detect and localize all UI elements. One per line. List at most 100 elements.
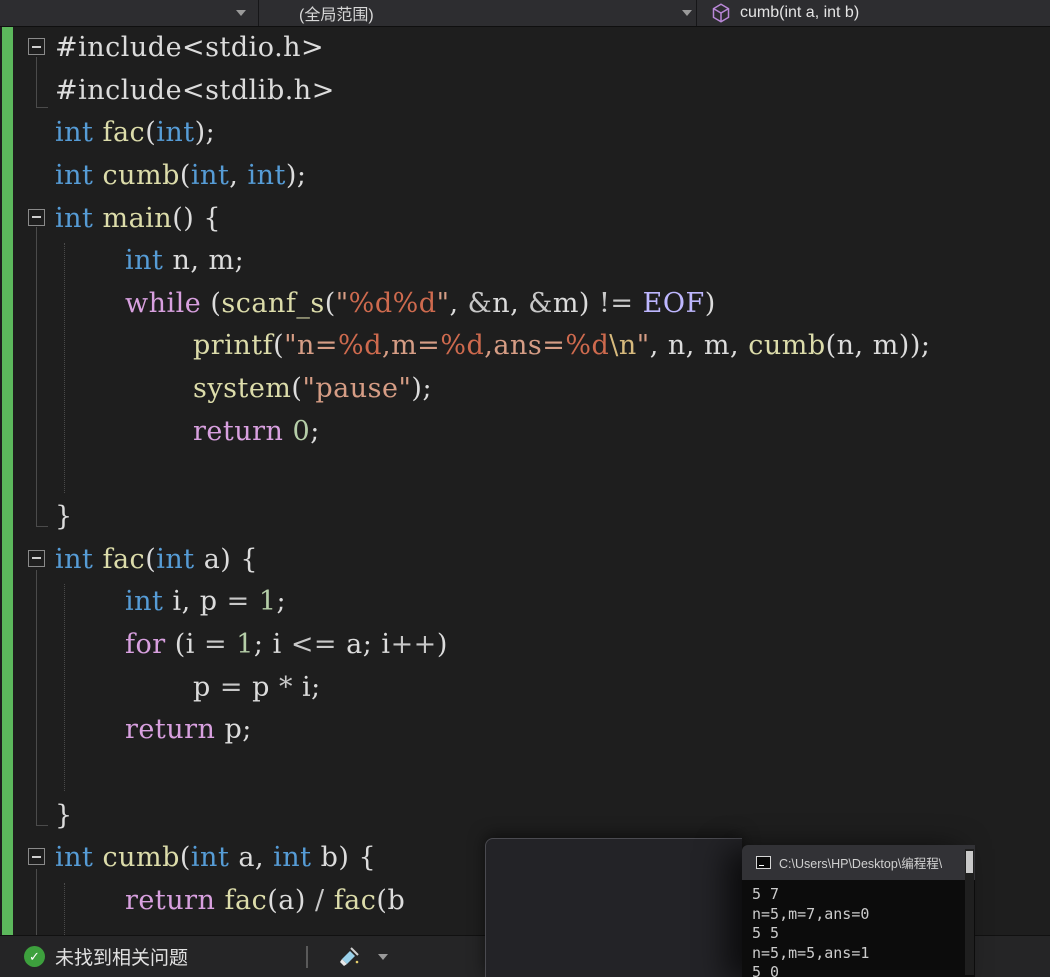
code-token: () { [172,202,222,234]
code-token: %d [348,287,393,319]
code-token: & [528,287,553,319]
console-line: 5 5 [752,924,780,942]
code-token: \n [609,330,637,362]
code-token: , n, m, [649,330,749,362]
code-cleanup-button[interactable] [336,945,389,969]
code-token: for [125,628,166,660]
console-window[interactable]: C:\Users\HP\Desktop\编程程\ 5 7 n=5,m=7,ans=… [742,845,975,977]
code-token: ( [324,287,336,319]
fold-marker[interactable] [28,38,45,55]
code-token: p; [215,714,252,746]
code-token: #include<stdlib.h> [55,74,335,106]
code-token: a; i [337,628,391,660]
code-line[interactable]: return p; [0,709,1050,752]
console-scrollbar[interactable] [965,849,974,975]
code-token: ( [179,842,191,874]
code-token: %d [392,287,437,319]
code-line[interactable]: } [0,795,1050,838]
code-line[interactable]: int cumb(int, int); [0,155,1050,198]
code-token: ( [145,543,157,575]
code-line[interactable]: int fac(int); [0,112,1050,155]
code-token: (b [376,884,406,916]
code-line[interactable]: system("pause"); [0,368,1050,411]
code-line[interactable]: } [0,496,1050,539]
code-token: ( [145,117,157,149]
code-token: printf [193,330,274,362]
navigation-bar: (全局范围) cumb(int a, int b) [0,0,1050,27]
fold-marker[interactable] [28,549,45,567]
code-token: <= [290,628,338,660]
code-line[interactable]: int fac(int a) { [0,539,1050,582]
code-token: return [125,884,216,916]
console-line: 5 7 [752,885,780,903]
code-line[interactable]: while (scanf_s("%d%d", &n, &m) != EOF) [0,283,1050,326]
code-token: ,m= [382,330,441,362]
code-line[interactable]: return 0; [0,411,1050,454]
code-token: "pause" [302,373,412,405]
scope-dropdown-value: (全局范围) [299,7,374,24]
chevron-down-icon [682,10,692,16]
code-token: int [247,159,286,191]
console-icon [756,856,771,869]
code-token: ) [436,628,448,660]
console-output[interactable]: 5 7 n=5,m=7,ans=0 5 5 n=5,m=5,ans=1 5 0 [742,880,965,977]
code-token: p [193,671,220,703]
code-token: system [193,373,292,405]
problems-status[interactable]: ✓ 未找到相关问题 [24,943,188,970]
code-token: b) { [311,842,377,874]
fold-marker[interactable] [28,848,45,866]
code-token: fac [333,884,377,916]
project-dropdown[interactable] [0,0,259,26]
code-token: ); [194,117,216,149]
background-window[interactable] [485,838,742,977]
console-title: C:\Users\HP\Desktop\编程程\ [779,857,943,871]
code-token: a) { [194,543,259,575]
code-token: ); [285,159,307,191]
code-line[interactable]: #include<stdio.h> [0,27,1050,70]
status-divider [306,945,309,968]
code-token: n, [492,287,529,319]
code-line[interactable]: p = p * i; [0,667,1050,710]
code-token: while [125,287,202,319]
code-token: i, p [163,586,227,618]
chevron-down-icon [236,10,246,16]
code-line[interactable]: int main() { [0,198,1050,241]
code-line[interactable]: int i, p = 1; [0,581,1050,624]
code-token: int [125,586,164,618]
console-line: 5 0 [752,963,780,977]
code-token: int [190,842,230,874]
code-token: cumb [748,330,826,362]
code-token: ) [704,287,716,319]
member-dropdown[interactable]: cumb(int a, int b) [697,0,1050,26]
code-line[interactable] [0,752,1050,795]
vs-editor-window: (全局范围) cumb(int a, int b) #include<stdio… [0,0,1050,977]
code-token: i; [292,671,321,703]
code-token: int [55,842,94,874]
code-line[interactable] [0,453,1050,496]
code-line[interactable]: for (i = 1; i <= a; i++) [0,624,1050,667]
code-editor[interactable]: #include<stdio.h> #include<stdlib.h> int f… [0,27,1050,935]
code-token: int [55,159,94,191]
code-token: , [229,159,248,191]
code-token: ( [201,287,222,319]
code-token: int [273,842,312,874]
code-line[interactable]: int n, m; [0,240,1050,283]
code-token: = [226,586,250,618]
code-token: ); [411,373,433,405]
code-line[interactable]: printf("n=%d,m=%d,ans=%d\n", n, m, cumb(… [0,325,1050,368]
code-area[interactable]: #include<stdio.h> #include<stdlib.h> int f… [0,27,1050,935]
scrollbar-thumb[interactable] [966,851,973,873]
code-token: 1 [258,586,277,618]
code-token: ( [273,330,285,362]
code-token: a, [229,842,274,874]
console-title-bar[interactable]: C:\Users\HP\Desktop\编程程\ [742,845,975,880]
code-line[interactable]: #include<stdlib.h> [0,70,1050,113]
code-token: int [55,117,94,149]
fold-marker[interactable] [28,208,45,226]
scope-dropdown[interactable]: (全局范围) [259,0,697,26]
